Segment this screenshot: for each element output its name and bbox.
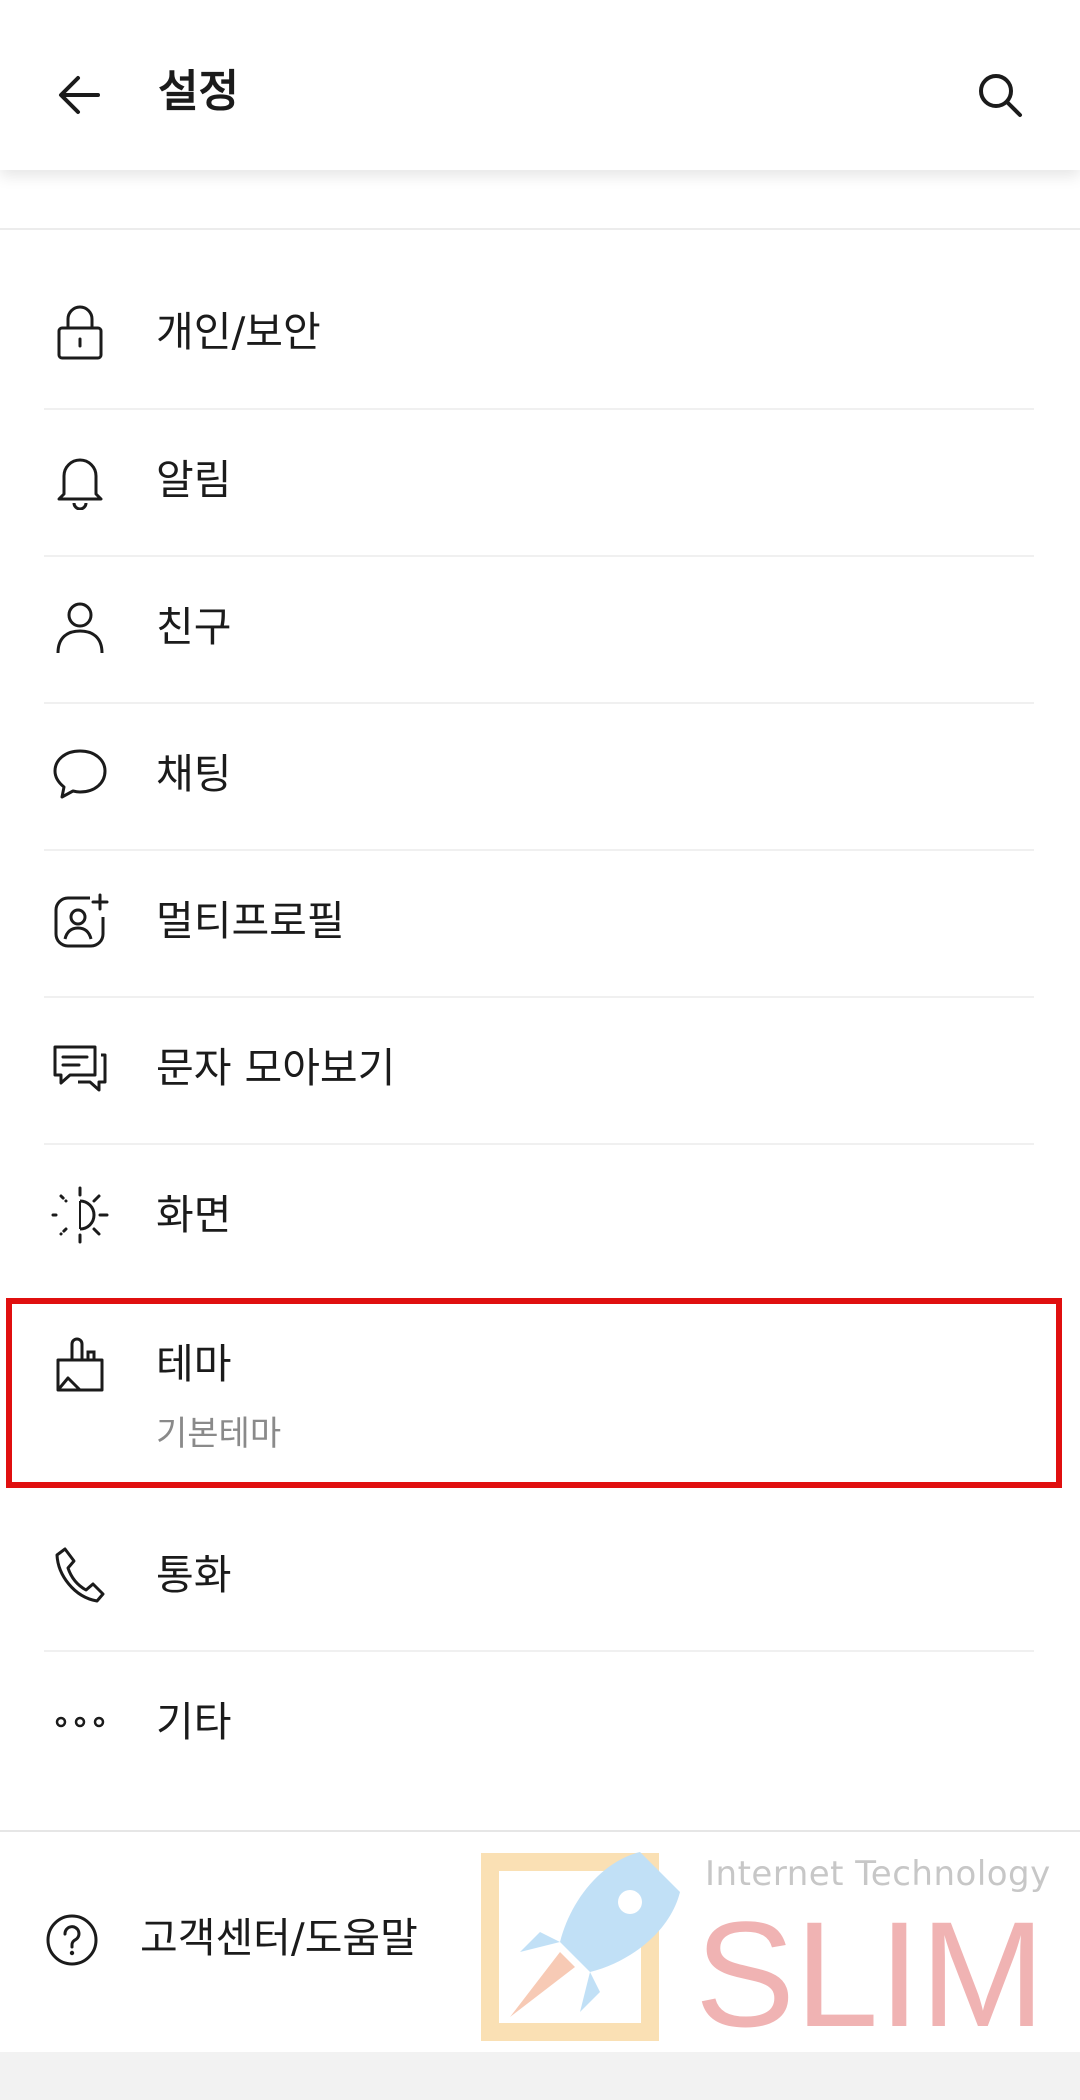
watermark: Internet Technology SLIM: [480, 1842, 1060, 2062]
menu-item-notifications[interactable]: 알림: [0, 420, 1080, 540]
watermark-subtitle: Internet Technology: [705, 1854, 1051, 1894]
menu-item-label: 문자 모아보기: [156, 1044, 396, 1092]
menu-item-chatting[interactable]: 채팅: [0, 714, 1080, 834]
app-header: 설정: [0, 0, 1080, 170]
message-stack-icon: [48, 1036, 112, 1100]
item-divider: [44, 1143, 1034, 1145]
menu-item-label: 통화: [156, 1551, 232, 1599]
item-divider: [44, 702, 1034, 704]
phone-icon: [48, 1543, 112, 1607]
multi-profile-icon: [48, 889, 112, 953]
item-divider: [44, 555, 1034, 557]
section-divider: [0, 1830, 1080, 1832]
menu-item-friends[interactable]: 친구: [0, 567, 1080, 687]
menu-item-label: 멀티프로필: [156, 897, 345, 945]
section-divider: [0, 228, 1080, 230]
help-center-label: 고객센터/도움말: [140, 1914, 418, 1962]
page-title: 설정: [158, 66, 239, 117]
menu-item-label: 친구: [156, 603, 232, 651]
back-button[interactable]: [40, 55, 120, 135]
menu-item-call[interactable]: 통화: [0, 1515, 1080, 1635]
menu-item-sublabel: 기본테마: [156, 1414, 282, 1454]
menu-item-display[interactable]: 화면: [0, 1155, 1080, 1275]
search-icon: [979, 74, 1022, 117]
lock-icon: [48, 300, 112, 364]
menu-item-label: 테마: [156, 1340, 232, 1388]
menu-item-label: 개인/보안: [156, 308, 321, 356]
menu-item-multi-profile[interactable]: 멀티프로필: [0, 861, 1080, 981]
chat-bubble-icon: [48, 742, 112, 806]
menu-item-privacy[interactable]: 개인/보안: [0, 272, 1080, 392]
menu-item-label: 화면: [156, 1191, 232, 1239]
item-divider: [44, 849, 1034, 851]
menu-item-label: 채팅: [156, 750, 232, 798]
rocket-logo-icon: [481, 1852, 680, 2041]
person-icon: [48, 595, 112, 659]
menu-item-theme[interactable]: 테마 기본테마: [0, 1302, 1080, 1482]
item-divider: [44, 408, 1034, 410]
bell-icon: [48, 448, 112, 512]
menu-item-label: 알림: [156, 456, 232, 504]
paint-brush-icon: [48, 1334, 112, 1398]
brightness-icon: [48, 1183, 112, 1247]
menu-item-etc[interactable]: 기타: [0, 1662, 1080, 1782]
question-circle-icon: [40, 1908, 104, 1972]
menu-item-label: 기타: [156, 1698, 232, 1746]
footer-bar: [0, 2052, 1080, 2100]
search-button[interactable]: [960, 55, 1040, 135]
more-dots-icon: [48, 1690, 112, 1754]
menu-item-sms-collection[interactable]: 문자 모아보기: [0, 1008, 1080, 1128]
back-arrow-icon: [59, 76, 100, 114]
item-divider: [44, 996, 1034, 998]
item-divider: [44, 1650, 1034, 1652]
watermark-brand: SLIM: [695, 1890, 1046, 2058]
